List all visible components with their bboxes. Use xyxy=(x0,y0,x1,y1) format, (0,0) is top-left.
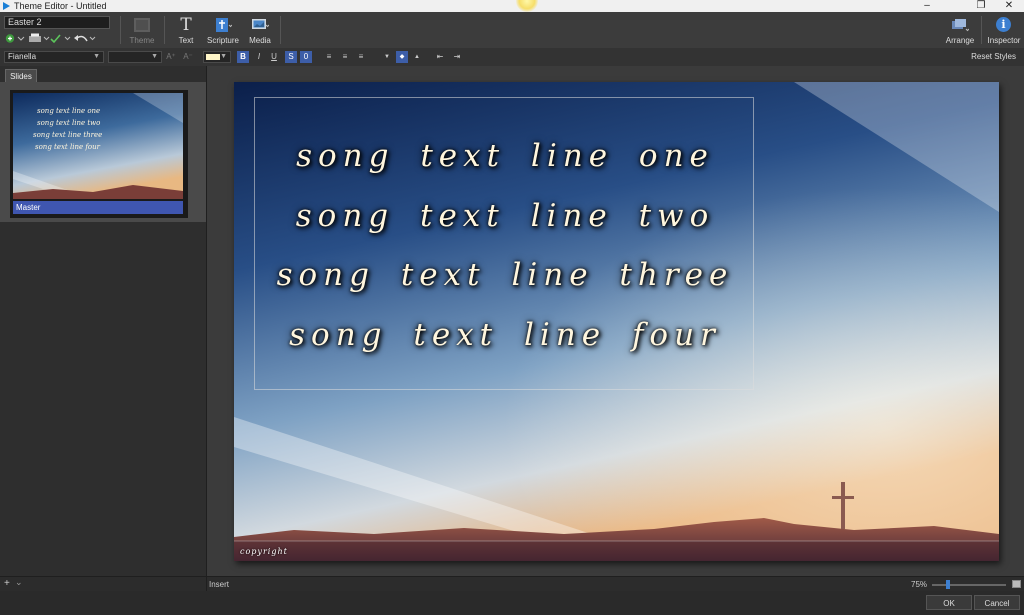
arrange-button-label: Arrange xyxy=(945,36,975,45)
thumb-line-1: song text line one xyxy=(37,107,100,115)
font-color-picker[interactable]: ▼ xyxy=(203,51,231,63)
ok-button[interactable]: OK xyxy=(926,595,972,610)
ribbon-toolbar: Theme T Text Scripture Media Arrange i I… xyxy=(0,12,1024,49)
text-icon: T xyxy=(180,15,192,35)
chevron-down-icon: ▼ xyxy=(220,53,227,60)
scripture-button-label: Scripture xyxy=(206,36,239,45)
shrink-font-button[interactable]: A⁻ xyxy=(182,51,194,63)
song-line-3: song text line three xyxy=(276,257,734,293)
tab-slides[interactable]: Slides xyxy=(5,69,37,83)
zoom-slider-handle[interactable] xyxy=(946,580,950,589)
window-title: Theme Editor - Untitled xyxy=(14,1,107,11)
shadow-button[interactable]: S xyxy=(285,51,297,63)
close-button[interactable]: ✕ xyxy=(994,0,1024,12)
print-icon[interactable] xyxy=(28,33,50,45)
align-left-icon[interactable]: ≡ xyxy=(323,51,335,63)
bold-button[interactable]: B xyxy=(237,51,249,63)
slide-thumbnail-label: Master xyxy=(13,201,183,214)
insert-mode-label: Insert xyxy=(209,580,230,589)
text-button[interactable]: T Text xyxy=(166,16,206,46)
fit-to-window-icon[interactable] xyxy=(1012,580,1021,588)
media-button-label: Media xyxy=(249,36,271,45)
format-toolbar: Fianella ▼ ▼ A⁺ A⁻ ▼ B I U S 0 ≡ ≡ ≡ ▼ ◆ … xyxy=(0,48,1024,67)
status-bar: + ⌄ Insert 75% xyxy=(0,576,1024,592)
inspector-button[interactable]: i Inspector xyxy=(984,16,1024,46)
valign-middle-icon[interactable]: ◆ xyxy=(396,51,408,63)
align-right-icon[interactable]: ≡ xyxy=(355,51,367,63)
media-button[interactable]: Media xyxy=(240,16,280,46)
reset-styles-button[interactable]: Reset Styles xyxy=(971,52,1016,61)
theme-button-label: Theme xyxy=(129,36,155,45)
song-line-1: song text line one xyxy=(296,138,714,174)
undo-icon[interactable] xyxy=(73,33,97,45)
valign-top-icon[interactable]: ▼ xyxy=(381,51,393,63)
text-box[interactable]: song text line one song text line two so… xyxy=(254,97,754,390)
indent-decrease-icon[interactable]: ⇤ xyxy=(434,51,446,63)
slides-panel: Slides song text line one song text line… xyxy=(0,66,207,576)
ribbon-separator xyxy=(164,16,165,44)
restore-button[interactable]: ❐ xyxy=(966,0,996,12)
scripture-icon xyxy=(216,18,232,32)
slide-thumbnail-image: song text line one song text line two so… xyxy=(13,93,183,199)
cursor-highlight-icon xyxy=(516,0,538,12)
italic-button[interactable]: I xyxy=(253,51,265,63)
copyright-text[interactable]: copyright xyxy=(240,547,288,556)
title-bar: Theme Editor - Untitled – ❐ ✕ xyxy=(0,0,1024,12)
slide-canvas-area: song text line one song text line two so… xyxy=(207,66,1024,576)
cancel-button[interactable]: Cancel xyxy=(974,595,1020,610)
song-line-2: song text line two xyxy=(295,198,715,234)
inspector-button-label: Inspector xyxy=(987,36,1021,45)
grow-font-button[interactable]: A⁺ xyxy=(165,51,177,63)
underline-button[interactable]: U xyxy=(268,51,280,63)
slides-list: song text line one song text line two so… xyxy=(0,82,206,222)
font-family-value: Fianella xyxy=(8,52,37,61)
theme-button[interactable]: Theme xyxy=(122,16,162,46)
document-name-input[interactable] xyxy=(4,16,110,29)
chevron-down-icon: ▼ xyxy=(151,53,158,60)
thumb-line-2: song text line two xyxy=(37,119,100,127)
ribbon-separator xyxy=(280,16,281,44)
slide-thumbnail-master[interactable]: song text line one song text line two so… xyxy=(10,90,188,218)
info-icon: i xyxy=(996,17,1011,32)
spellcheck-icon[interactable] xyxy=(50,33,72,45)
font-size-select[interactable]: ▼ xyxy=(108,51,162,63)
text-button-label: Text xyxy=(178,36,194,45)
thumb-line-3: song text line three xyxy=(33,131,102,139)
slide-canvas[interactable]: song text line one song text line two so… xyxy=(234,82,999,561)
media-icon xyxy=(252,19,269,29)
valign-bottom-icon[interactable]: ▲ xyxy=(411,51,423,63)
outline-button[interactable]: 0 xyxy=(300,51,312,63)
arrange-button[interactable]: Arrange xyxy=(940,16,980,46)
font-family-select[interactable]: Fianella ▼ xyxy=(4,51,104,63)
thumb-line-4: song text line four xyxy=(35,143,101,151)
align-center-icon[interactable]: ≡ xyxy=(339,51,351,63)
add-slide-button[interactable]: + xyxy=(4,578,10,589)
new-slide-icon[interactable] xyxy=(5,33,25,45)
zoom-level: 75% xyxy=(911,580,928,589)
add-slide-dropdown[interactable]: ⌄ xyxy=(15,577,23,588)
minimize-button[interactable]: – xyxy=(912,0,942,12)
font-color-swatch xyxy=(206,54,220,60)
chevron-down-icon: ▼ xyxy=(93,53,100,60)
scripture-button[interactable]: Scripture xyxy=(203,16,243,46)
status-divider xyxy=(206,577,207,592)
ribbon-separator xyxy=(120,16,121,44)
theme-icon xyxy=(134,18,150,32)
song-line-4: song text line four xyxy=(289,317,721,353)
app-icon xyxy=(3,2,10,10)
dialog-button-bar: OK Cancel xyxy=(0,591,1024,615)
indent-increase-icon[interactable]: ⇥ xyxy=(451,51,463,63)
arrange-icon xyxy=(952,19,969,32)
zoom-slider[interactable] xyxy=(932,584,1006,586)
ribbon-separator xyxy=(981,16,982,44)
